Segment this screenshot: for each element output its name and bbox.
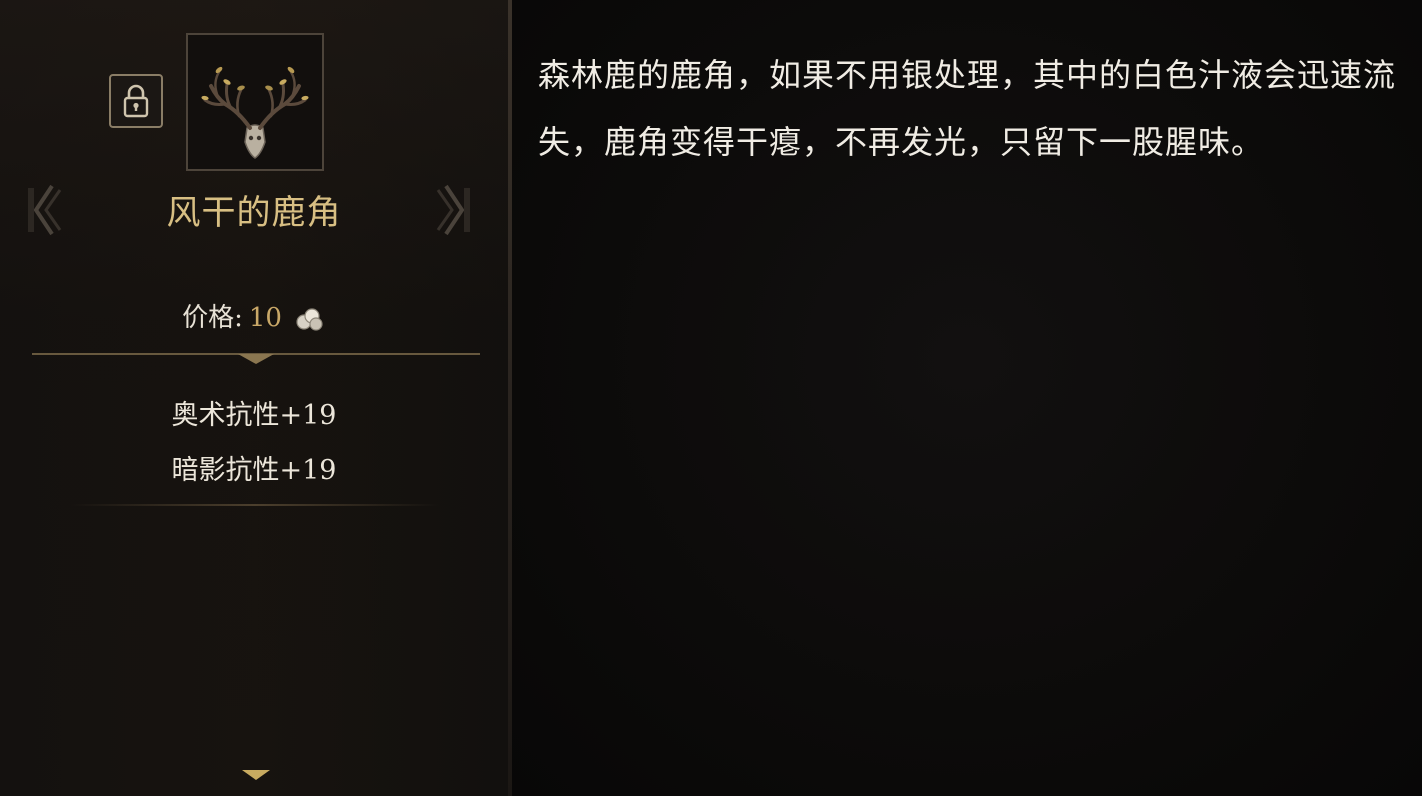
stat-arcane-resistance: 奥术抗性+19 xyxy=(171,400,337,431)
item-description: 森林鹿的鹿角，如果不用银处理，其中的白色汁液会迅速流失，鹿角变得干瘪，不再发光，… xyxy=(538,56,1397,161)
coin-icon xyxy=(296,308,323,331)
price-label: 价格: xyxy=(182,303,243,333)
price-value: 10 xyxy=(248,303,282,333)
item-name: 风干的鹿角 xyxy=(166,193,342,233)
ornament-divider xyxy=(32,353,480,364)
lock-icon xyxy=(123,84,149,118)
lock-button[interactable] xyxy=(109,74,163,128)
stats-list: 奥术抗性+19 暗影抗性+19 xyxy=(0,388,508,498)
price-row: 价格: 10 xyxy=(0,298,508,338)
stat-shadow-resistance: 暗影抗性+19 xyxy=(171,455,337,486)
description-panel: 森林鹿的鹿角，如果不用银处理，其中的白色汁液会迅速流失，鹿角变得干瘪，不再发光，… xyxy=(512,0,1422,796)
divider xyxy=(70,504,440,506)
item-inspect-screen: 风干的鹿角 价格: 10 奥术抗性+19 暗影抗性+19 森林鹿的鹿角，如果不用银… xyxy=(0,0,1422,796)
scroll-down-icon[interactable] xyxy=(240,768,272,782)
item-icon-frame[interactable] xyxy=(186,33,324,171)
antler-icon xyxy=(201,66,309,159)
item-panel: 风干的鹿角 价格: 10 奥术抗性+19 暗影抗性+19 xyxy=(0,0,512,796)
